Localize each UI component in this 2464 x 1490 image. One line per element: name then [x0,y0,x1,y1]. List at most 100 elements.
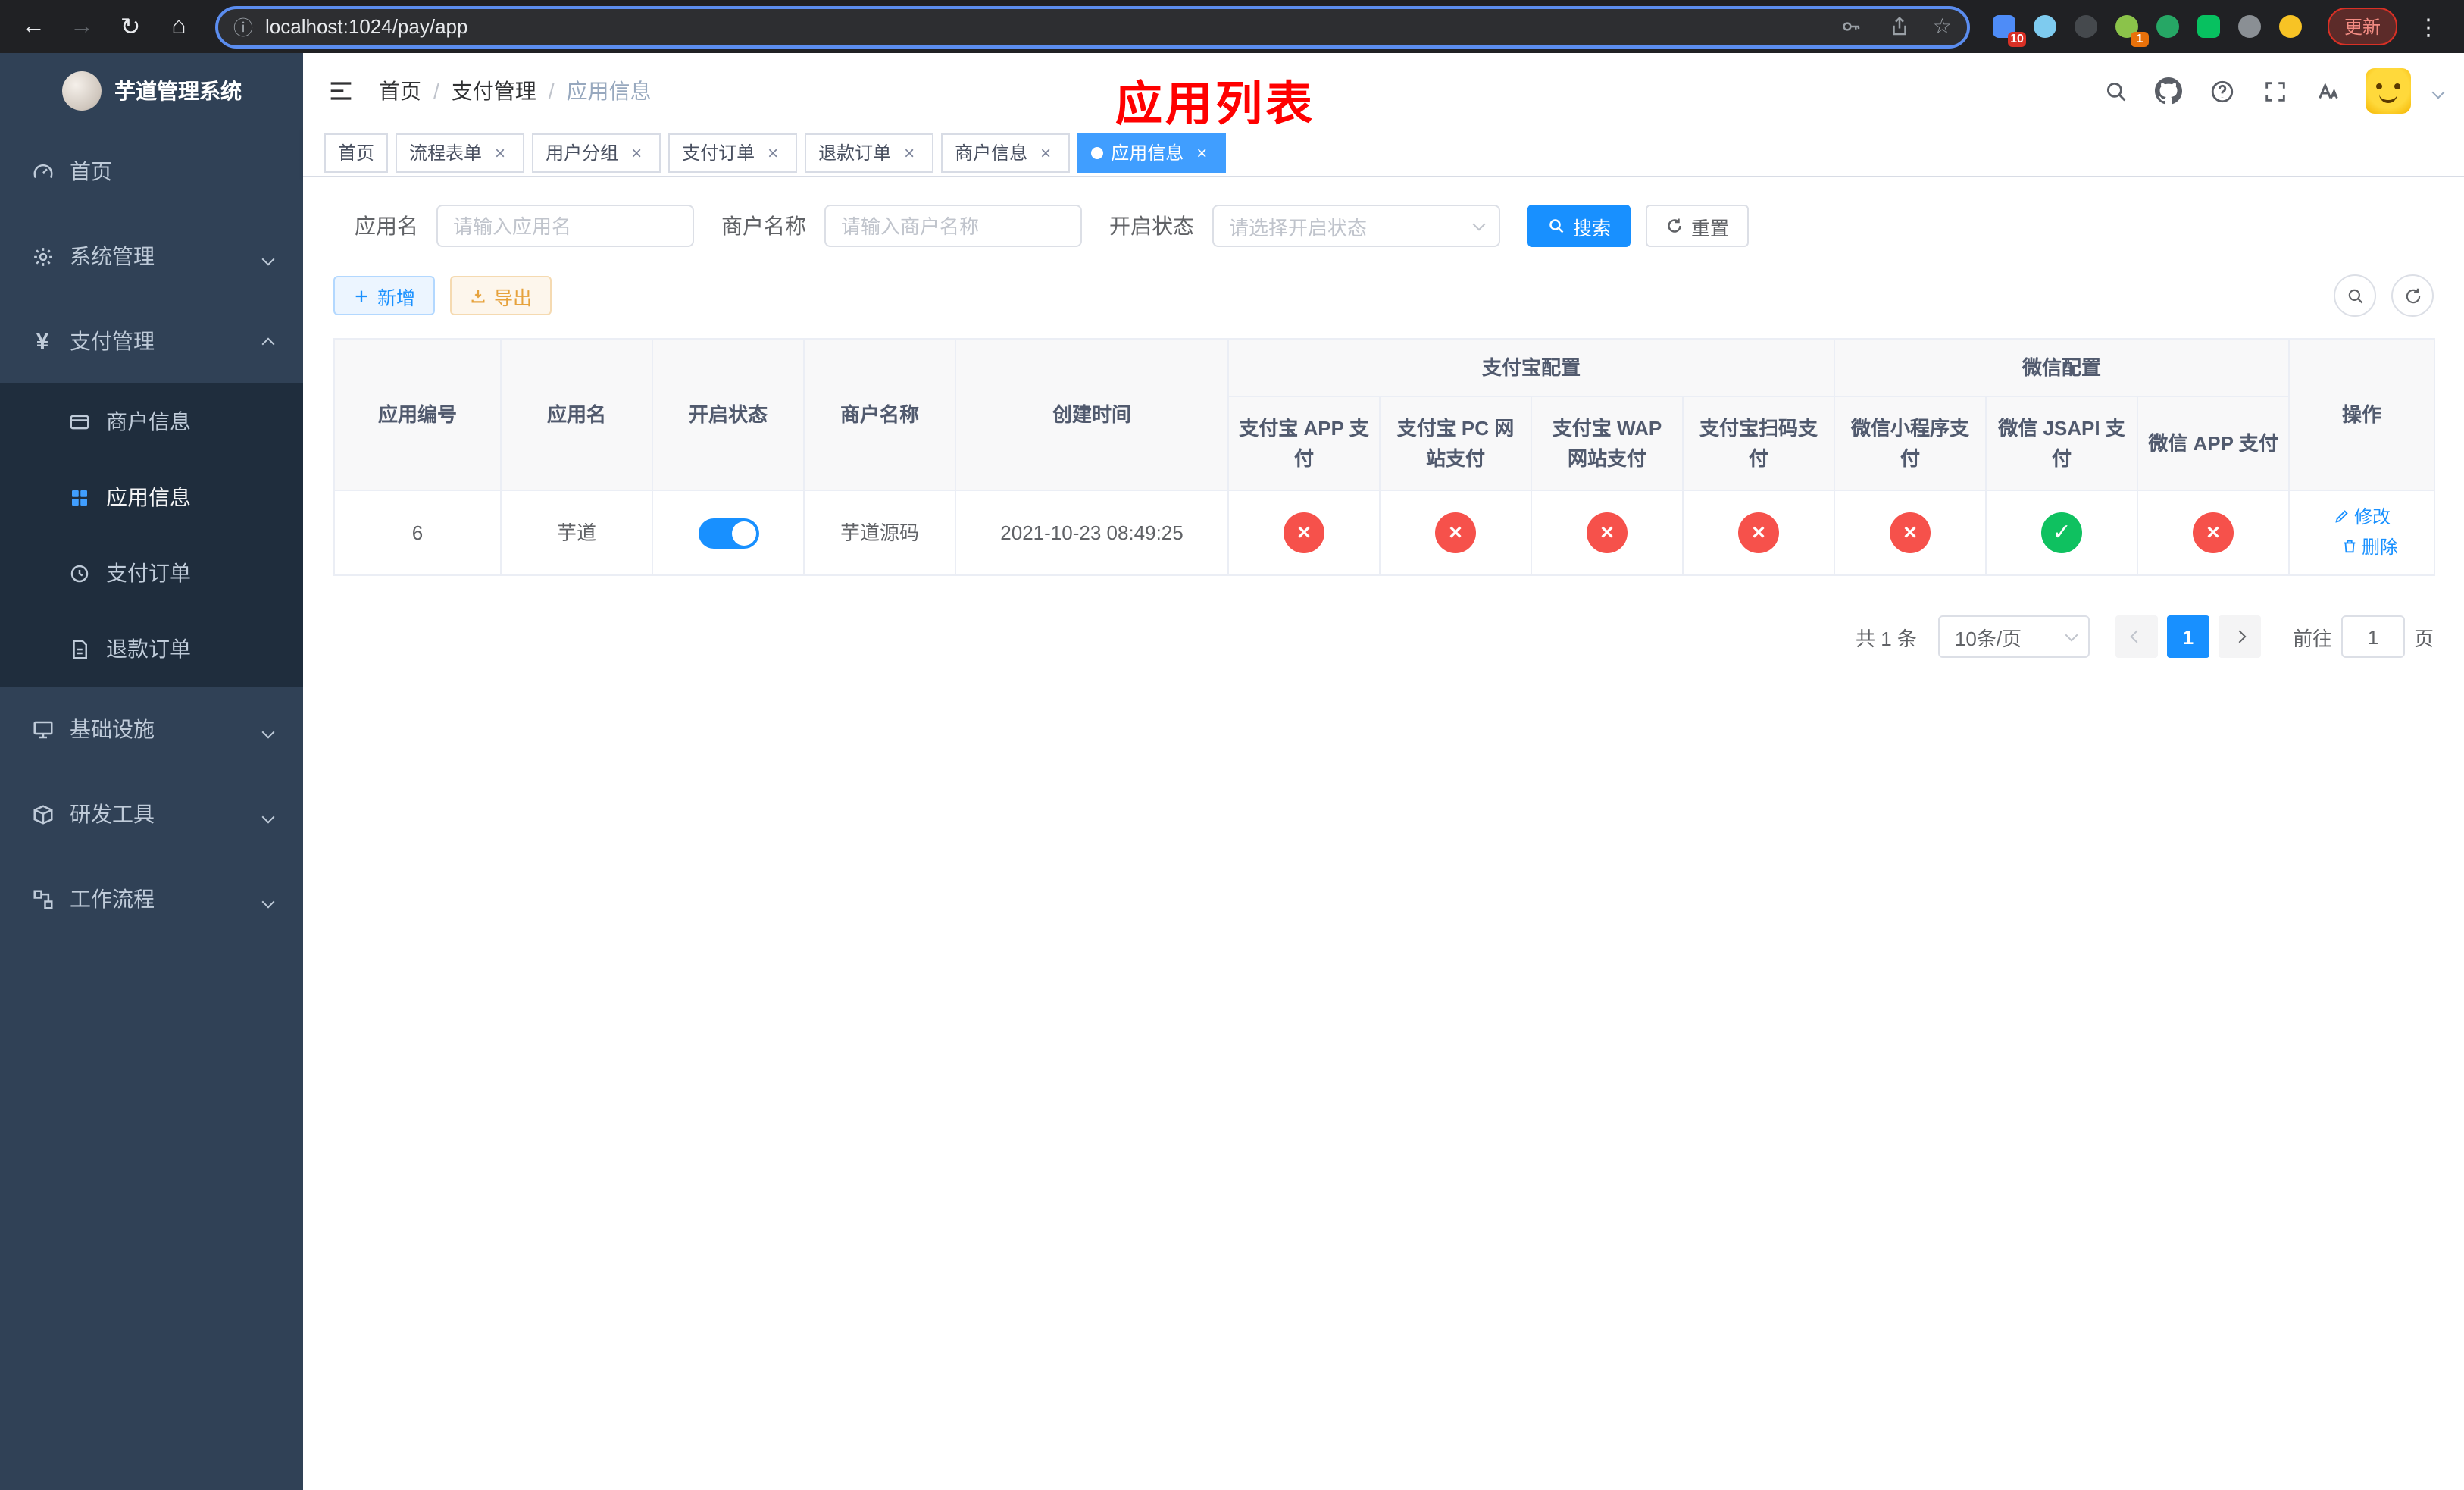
extension-icon-6[interactable] [2196,13,2223,40]
sidebar-item-home[interactable]: 首页 [0,129,303,214]
status-cross-icon: × [1738,512,1779,553]
tab-refund-orders[interactable]: 退款订单 × [805,133,934,172]
app-logo [61,71,101,111]
sidebar-item-payment[interactable]: ¥ 支付管理 [0,299,303,383]
extension-icon-7[interactable] [2237,13,2264,40]
clock-icon [67,561,91,585]
page-size-select[interactable]: 10条/页 [1937,615,2090,658]
refresh-icon[interactable] [2391,274,2434,317]
chevron-down-icon [261,717,275,741]
sidebar-item-app-info[interactable]: 应用信息 [0,459,303,535]
export-button[interactable]: 导出 [450,276,552,315]
font-size-icon[interactable] [2312,76,2343,106]
tab-user-group[interactable]: 用户分组 × [532,133,661,172]
chevron-down-icon [261,887,275,911]
share-icon[interactable] [1884,11,1915,42]
sidebar-item-infrastructure[interactable]: 基础设施 [0,687,303,772]
breadcrumb-separator: / [433,79,439,103]
url-text[interactable]: localhost:1024/pay/app [265,15,1836,38]
bookmark-star-icon[interactable]: ☆ [1933,14,1952,39]
sidebar-menu: 首页 系统管理 ¥ 支付管理 商户信息 应用信息 支付订单 退款订单 基础设施 … [0,129,303,941]
extension-icon-2[interactable] [2032,13,2059,40]
sidebar-item-merchant-info[interactable]: 商户信息 [0,383,303,459]
cell-wx-jsapi: ✓ [1985,490,2139,576]
extension-icon-8[interactable] [2278,13,2305,40]
tab-payment-orders[interactable]: 支付订单 × [668,133,798,172]
app-name-input[interactable] [436,205,694,247]
collapse-sidebar-icon[interactable] [324,74,358,108]
fullscreen-icon[interactable] [2259,76,2290,106]
extension-icon-1[interactable]: 10 [1991,13,2026,46]
sidebar-item-workflow[interactable]: 工作流程 [0,856,303,941]
next-page-button[interactable] [2218,615,2261,658]
reload-icon[interactable]: ↻ [109,5,152,48]
col-header-merchant: 商户名称 [803,338,956,491]
close-icon[interactable]: × [1191,142,1212,163]
help-icon[interactable] [2206,76,2237,106]
forward-icon[interactable]: → [61,5,103,48]
status-cross-icon: × [1587,512,1628,553]
extension-icon-4[interactable]: 1 [2114,13,2149,46]
tab-process-form[interactable]: 流程表单 × [396,133,525,172]
site-info-icon[interactable]: ⓘ [233,12,253,41]
merchant-name-label: 商户名称 [721,214,806,238]
close-icon[interactable]: × [626,142,647,163]
screen: ← → ↻ ⌂ ⓘ localhost:1024/pay/app ☆ 10 1 [0,0,2464,1490]
tab-app-info[interactable]: 应用信息 × [1077,133,1227,172]
col-header-alipay-wap: 支付宝 WAP 网站支付 [1531,396,1684,491]
prev-page-button[interactable] [2115,615,2158,658]
chevron-down-icon [1472,218,1486,231]
extension-icon-5[interactable] [2155,13,2182,40]
sidebar-item-payment-orders[interactable]: 支付订单 [0,535,303,611]
browser-menu-icon[interactable]: ⋮ [2411,13,2446,40]
breadcrumb-home[interactable]: 首页 [379,76,421,106]
cell-created: 2021-10-23 08:49:25 [955,490,1229,576]
search-button[interactable]: 搜索 [1527,205,1631,247]
apps-table: 应用编号 应用名 开启状态 商户名称 创建时间 支付宝配置 微信配置 操作 支付… [333,338,2436,576]
breadcrumb-payment[interactable]: 支付管理 [452,76,536,106]
merchant-name-input[interactable] [824,205,1082,247]
back-icon[interactable]: ← [12,5,55,48]
page-number-button[interactable]: 1 [2166,615,2209,658]
enabled-toggle[interactable] [698,518,758,549]
col-header-app-id: 应用编号 [333,338,502,491]
chevron-down-icon[interactable] [2431,77,2445,105]
goto-unit: 页 [2413,627,2434,650]
goto-page-input[interactable] [2340,615,2405,658]
browser-update-button[interactable]: 更新 [2327,8,2397,45]
status-cross-icon: × [1435,512,1476,553]
browser-toolbar: ← → ↻ ⌂ ⓘ localhost:1024/pay/app ☆ 10 1 [0,0,2464,53]
sidebar-item-refund-orders[interactable]: 退款订单 [0,611,303,687]
col-group-wechat: 微信配置 [1834,338,2290,397]
avatar[interactable] [2366,68,2411,114]
cell-app-id: 6 [333,490,502,576]
reset-button[interactable]: 重置 [1646,205,1750,247]
close-icon[interactable]: × [899,142,920,163]
browser-nav-buttons: ← → ↻ ⌂ [12,5,200,48]
cell-alipay-pc: × [1379,490,1532,576]
status-select[interactable]: 请选择开启状态 [1212,205,1500,247]
github-icon[interactable] [2153,76,2184,106]
tab-merchant-info[interactable]: 商户信息 × [941,133,1071,172]
close-icon[interactable]: × [762,142,783,163]
monitor-icon [30,717,55,741]
delete-button[interactable]: 删除 [2340,533,2398,560]
sidebar-item-dev-tools[interactable]: 研发工具 [0,772,303,856]
extension-icon-3[interactable] [2073,13,2100,40]
col-group-alipay: 支付宝配置 [1227,338,1836,397]
password-key-icon[interactable] [1836,11,1866,42]
sidebar-item-system[interactable]: 系统管理 [0,214,303,299]
add-button[interactable]: 新增 [333,276,436,315]
close-icon[interactable]: × [1035,142,1056,163]
search-icon[interactable] [2100,76,2131,106]
close-icon[interactable]: × [489,142,511,163]
app-logo-row[interactable]: 芋道管理系统 [0,53,303,129]
breadcrumb-separator: / [548,79,555,103]
edit-button[interactable]: 修改 [2333,502,2391,530]
home-icon[interactable]: ⌂ [158,5,200,48]
address-bar[interactable]: ⓘ localhost:1024/pay/app ☆ [215,5,1970,48]
toggle-search-icon[interactable] [2334,274,2376,317]
sidebar: 芋道管理系统 首页 系统管理 ¥ 支付管理 商户信息 应用信息 支付订单 退款订… [0,53,303,1490]
document-icon [67,637,91,661]
tab-home[interactable]: 首页 [324,133,389,172]
